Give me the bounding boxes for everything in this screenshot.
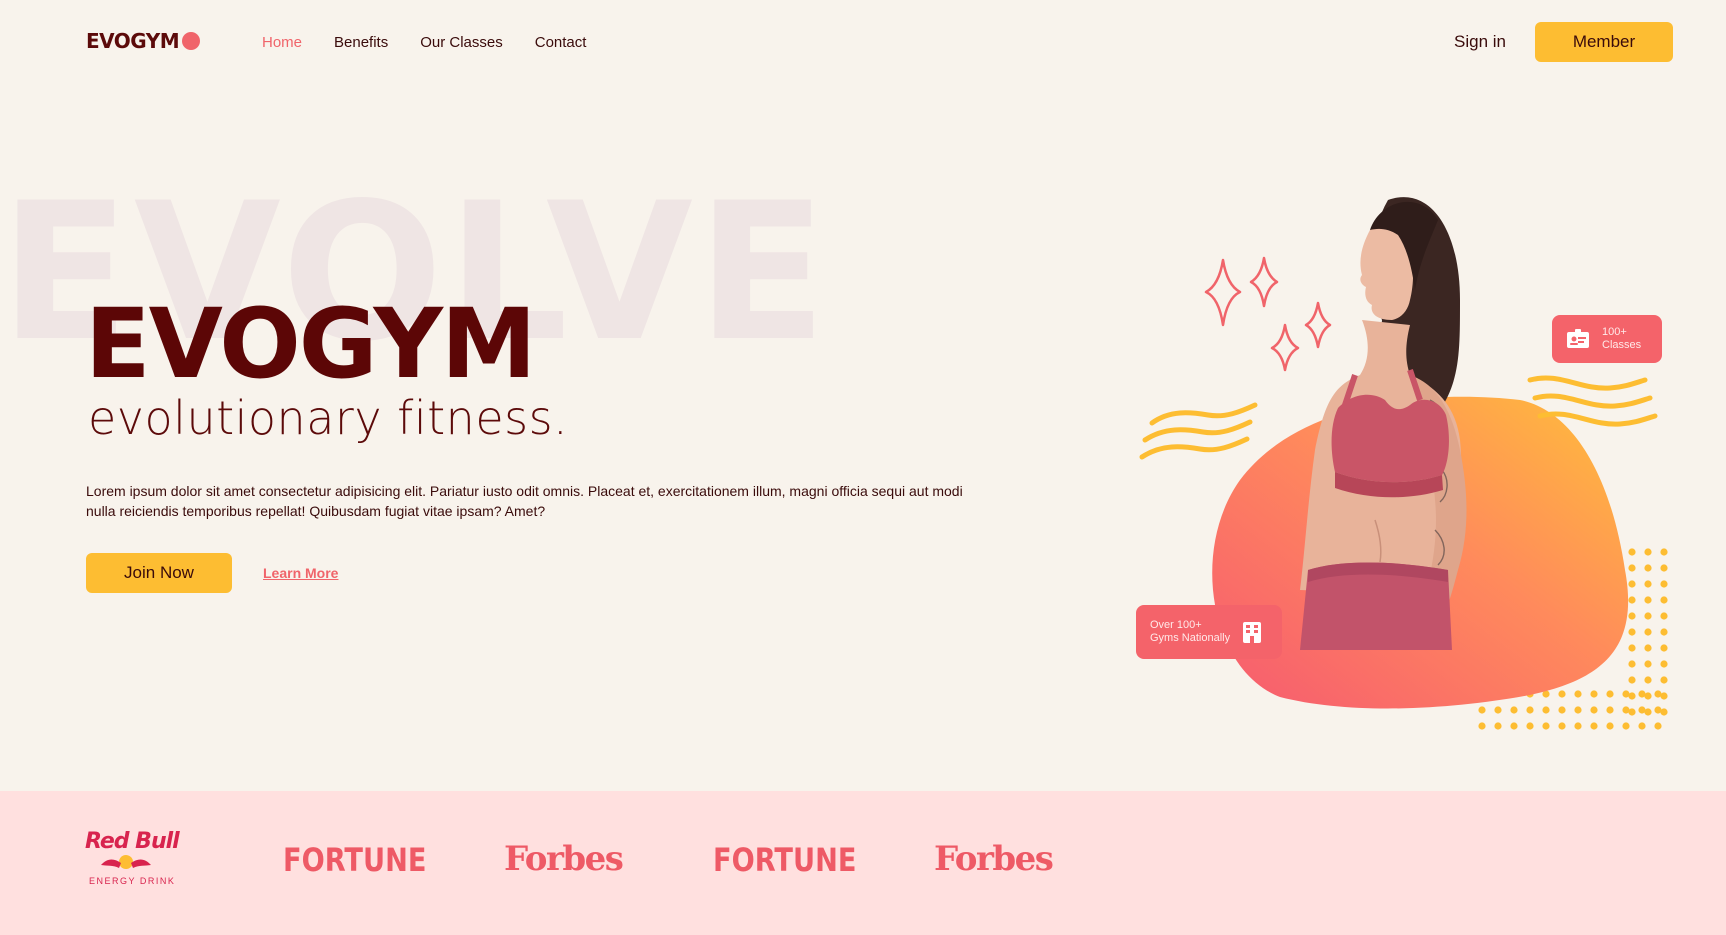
logo[interactable]: EVOGYM <box>86 29 201 53</box>
logo-text: EVOGYM <box>86 29 180 53</box>
nav-link-benefits[interactable]: Benefits <box>334 34 388 51</box>
building-icon <box>1242 621 1262 643</box>
gyms-count: Over 100+ <box>1150 619 1202 631</box>
nav-link-home[interactable]: Home <box>262 34 302 51</box>
hero-description: Lorem ipsum dolor sit amet consectetur a… <box>86 483 963 519</box>
classes-label: Classes <box>1602 339 1642 351</box>
nav-links: Home Benefits Our Classes Contact <box>262 34 586 51</box>
athlete-figure <box>1300 197 1467 650</box>
bulls-icon <box>101 855 151 869</box>
profile-card-icon <box>1566 329 1590 349</box>
nav-link-contact[interactable]: Contact <box>535 34 587 51</box>
sign-in-link[interactable]: Sign in <box>1454 32 1506 52</box>
redbull-logo: Red Bull ENERGY DRINK <box>85 829 180 886</box>
gyms-label: Gyms Nationally <box>1150 632 1231 644</box>
top-navbar: EVOGYM Home Benefits Our Classes Contact… <box>0 0 1726 84</box>
classes-count: 100+ <box>1602 326 1627 338</box>
partners-strip: Red Bull ENERGY DRINK FORTUNE Forbes FOR… <box>0 791 1726 935</box>
member-button[interactable]: Member <box>1535 22 1673 62</box>
join-now-button[interactable]: Join Now <box>86 553 232 593</box>
forbes-logo-1: Forbes <box>504 839 624 879</box>
fortune-logo-1: FORTUNE <box>283 841 427 879</box>
hero-subtitle: evolutionary fitness. <box>88 391 569 445</box>
classes-badge: 100+ Classes <box>1552 315 1662 363</box>
logo-dot-icon <box>182 32 201 50</box>
wave-lines-left <box>1139 402 1258 460</box>
sparkle-icon <box>1204 256 1332 372</box>
hero-title: EVOGYM <box>85 288 537 400</box>
hero-illustration <box>1139 197 1668 730</box>
nav-link-our-classes[interactable]: Our Classes <box>420 34 503 51</box>
gyms-badge: Over 100+ Gyms Nationally <box>1136 605 1282 659</box>
fortune-logo-2: FORTUNE <box>713 841 857 879</box>
forbes-logo-2: Forbes <box>934 839 1054 879</box>
redbull-wordmark: Red Bull <box>85 829 180 854</box>
redbull-tagline: ENERGY DRINK <box>89 876 176 886</box>
learn-more-link[interactable]: Learn More <box>263 565 338 581</box>
